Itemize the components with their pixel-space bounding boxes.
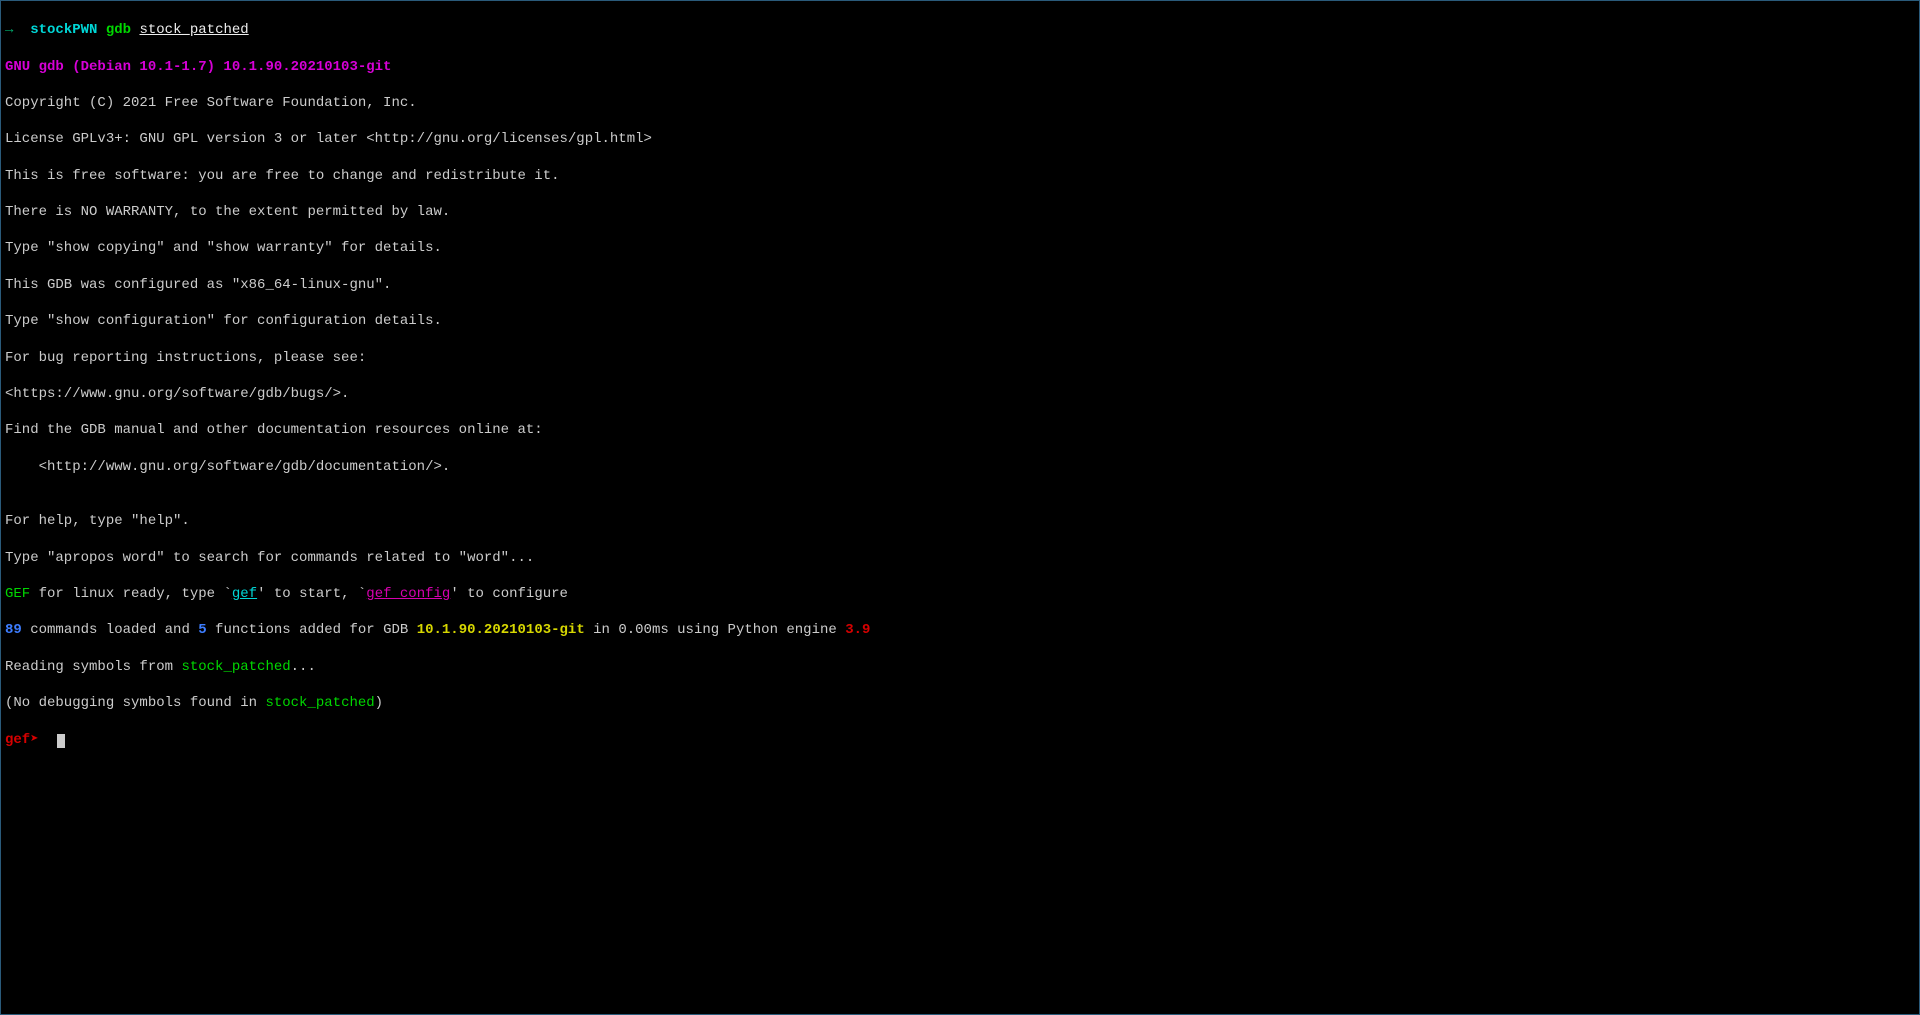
- nosym-pre: (No debugging symbols found in: [5, 695, 265, 711]
- prompt-arrow: →: [5, 22, 13, 38]
- gef-prompt-line[interactable]: gef➤: [5, 731, 1915, 749]
- gdb-free1: This is free software: you are free to c…: [5, 167, 1915, 185]
- gdb-version: 10.1.90.20210103-git: [417, 622, 585, 638]
- reading-symbols-line: Reading symbols from stock_patched...: [5, 658, 1915, 676]
- gef-loaded-line: 89 commands loaded and 5 functions added…: [5, 621, 1915, 639]
- gef-link: gef: [232, 586, 257, 602]
- num-commands: 89: [5, 622, 22, 638]
- no-symbols-line: (No debugging symbols found in stock_pat…: [5, 694, 1915, 712]
- gef-ready-text: for linux ready, type `: [30, 586, 232, 602]
- loaded-mid1: commands loaded and: [22, 622, 198, 638]
- prompt-dir: stockPWN: [30, 22, 97, 38]
- python-version: 3.9: [845, 622, 870, 638]
- gef-ready-line: GEF for linux ready, type `gef' to start…: [5, 585, 1915, 603]
- gdb-bug1: For bug reporting instructions, please s…: [5, 349, 1915, 367]
- nosym-post: ): [375, 695, 383, 711]
- gdb-copyright: Copyright (C) 2021 Free Software Foundat…: [5, 94, 1915, 112]
- terminal-output[interactable]: → stockPWN gdb stock_patched GNU gdb (De…: [1, 1, 1919, 769]
- gef-label: GEF: [5, 586, 30, 602]
- gdb-bug2: <https://www.gnu.org/software/gdb/bugs/>…: [5, 385, 1915, 403]
- gdb-license: License GPLv3+: GNU GPL version 3 or lat…: [5, 130, 1915, 148]
- gef-start-text: ' to start, `: [257, 586, 366, 602]
- num-funcs: 5: [198, 622, 206, 638]
- prompt-cmd: gdb: [106, 22, 131, 38]
- reading-file: stock_patched: [181, 659, 290, 675]
- gdb-config2: Type "show configuration" for configurat…: [5, 312, 1915, 330]
- reading-pre: Reading symbols from: [5, 659, 181, 675]
- gdb-title: GNU gdb (Debian 10.1-1.7) 10.1.90.202101…: [5, 58, 1915, 76]
- loaded-mid3: in 0.00ms using Python engine: [585, 622, 845, 638]
- prompt-arg: stock_patched: [139, 22, 248, 38]
- gdb-free2: There is NO WARRANTY, to the extent perm…: [5, 203, 1915, 221]
- gdb-help2: Type "apropos word" to search for comman…: [5, 549, 1915, 567]
- gdb-help1: For help, type "help".: [5, 512, 1915, 530]
- cursor-block: [57, 734, 65, 748]
- gef-config-link: gef config: [366, 586, 450, 602]
- nosym-file: stock_patched: [265, 695, 374, 711]
- gef-tail: ' to configure: [450, 586, 568, 602]
- reading-post: ...: [291, 659, 316, 675]
- gdb-config1: This GDB was configured as "x86_64-linux…: [5, 276, 1915, 294]
- gef-prompt: gef➤: [5, 732, 39, 748]
- loaded-mid2: functions added for GDB: [207, 622, 417, 638]
- gdb-show1: Type "show copying" and "show warranty" …: [5, 239, 1915, 257]
- gdb-doc1: Find the GDB manual and other documentat…: [5, 421, 1915, 439]
- shell-prompt-line: → stockPWN gdb stock_patched: [5, 21, 1915, 39]
- gdb-doc2: <http://www.gnu.org/software/gdb/documen…: [5, 458, 1915, 476]
